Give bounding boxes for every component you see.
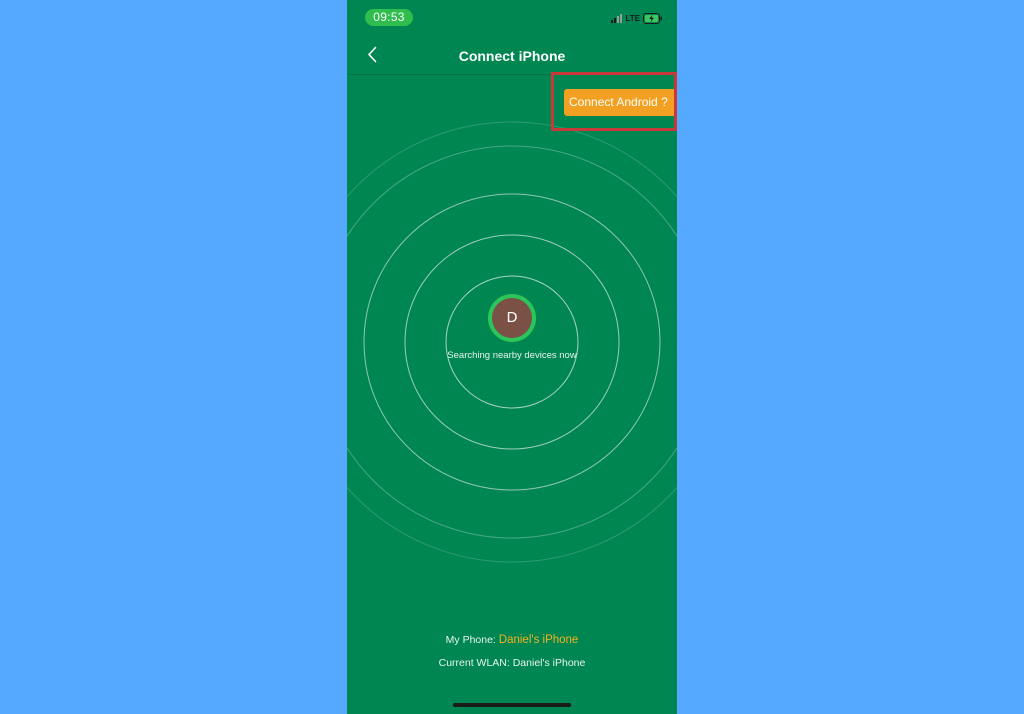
home-indicator[interactable] [453, 703, 571, 707]
radar-ring [347, 145, 677, 539]
radar-ring [347, 121, 677, 563]
connect-android-button[interactable]: Connect Android ? [564, 89, 677, 116]
my-phone-name: Daniel's iPhone [498, 634, 579, 646]
my-phone-row: My Phone: Daniel's iPhone [347, 634, 677, 646]
avatar: D [488, 294, 536, 342]
radar-ring [404, 234, 620, 450]
my-phone-label: My Phone: [445, 634, 499, 646]
phone-screen: 09:53 LTE Connect iPhone D Searching nea… [347, 0, 677, 714]
current-wlan-text: Current WLAN: Daniel's iPhone [438, 657, 586, 669]
searching-status-text: Searching nearby devices now [447, 350, 577, 361]
radar-ring [363, 193, 661, 491]
